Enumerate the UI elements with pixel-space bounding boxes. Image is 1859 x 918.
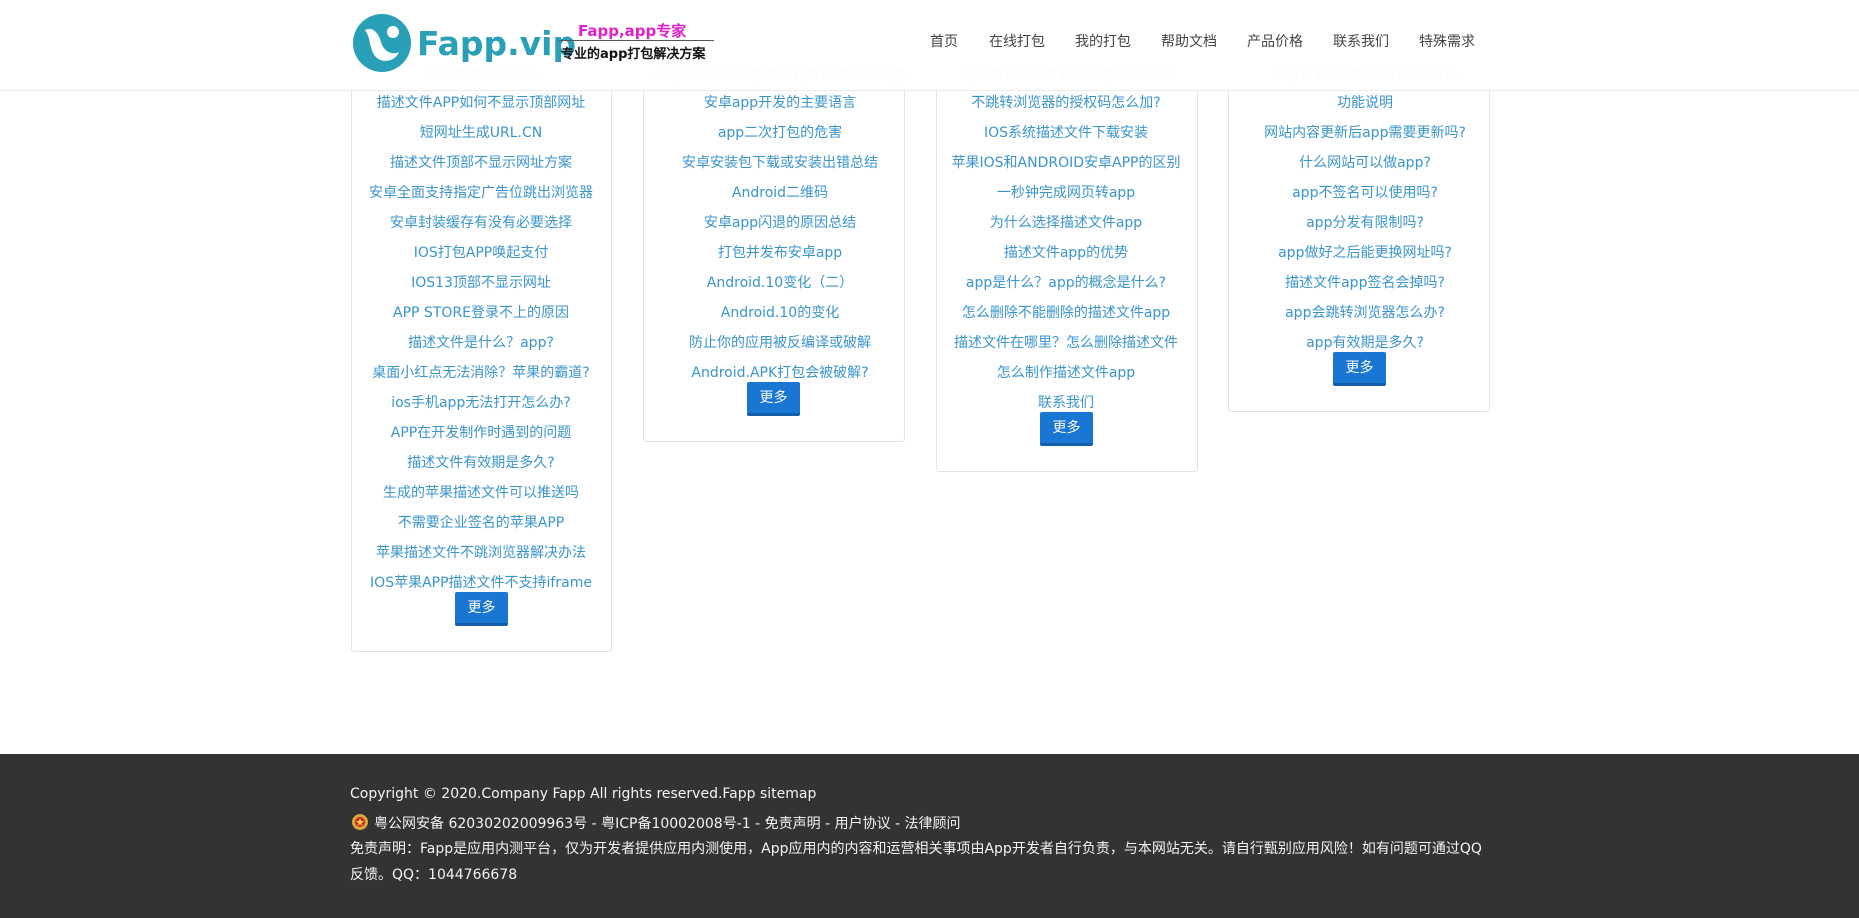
footer-beian: 粤公网安备 62030202009963号 - 粤ICP备10002008号-1… [350, 812, 961, 833]
footer-legal[interactable]: 法律顾问 [905, 816, 961, 832]
nav-help-docs[interactable]: 帮助文档 [1161, 31, 1217, 51]
help-link[interactable]: 联系我们 [1038, 394, 1094, 412]
help-link[interactable]: 苹果IOS和ANDROID安卓APP的区别 [952, 154, 1181, 172]
more-button[interactable]: 更多 [1040, 412, 1093, 446]
logo-mark-icon [353, 14, 411, 72]
help-link[interactable]: APP STORE登录不上的原因 [393, 304, 569, 322]
help-link[interactable]: 安卓安装包下载或安装出错总结 [682, 154, 878, 172]
help-link[interactable]: app有效期是多久? [1306, 334, 1424, 352]
nav-special-needs[interactable]: 特殊需求 [1419, 31, 1475, 51]
footer-user-agreement[interactable]: 用户协议 [835, 816, 891, 832]
help-link[interactable]: 功能说明 [1337, 94, 1393, 112]
logo-text: Fapp.vip [417, 24, 577, 63]
help-link[interactable]: IOS系统描述文件下载安装 [984, 124, 1148, 142]
help-link[interactable]: Android.10的变化 [721, 304, 839, 322]
help-link[interactable]: 不需要企业签名的苹果APP [398, 514, 564, 532]
footer-beian-gongan[interactable]: 粤公网安备 62030202009963号 [374, 816, 587, 832]
help-link[interactable]: 描述文件APP如何不显示顶部网址 [377, 94, 585, 112]
help-link[interactable]: 怎么删除不能删除的描述文件app [962, 304, 1170, 322]
nav-home[interactable]: 首页 [930, 31, 958, 51]
help-link[interactable]: 苹果描述文件不跳浏览器解决办法 [376, 544, 586, 562]
help-link[interactable]: 描述文件在哪里？怎么删除描述文件 [954, 334, 1178, 352]
nav-contact[interactable]: 联系我们 [1333, 31, 1389, 51]
police-badge-icon [352, 814, 368, 830]
more-button[interactable]: 更多 [455, 592, 508, 626]
help-link[interactable]: 网站内容更新后app需要更新吗? [1264, 124, 1466, 142]
help-link[interactable]: IOS打包APP唤起支付 [414, 244, 549, 262]
help-link[interactable]: 防止你的应用被反编译或破解 [689, 334, 871, 352]
site-footer: Copyright © 2020.Company Fapp All rights… [0, 754, 1859, 918]
help-link[interactable]: APP在开发制作时遇到的问题 [391, 424, 571, 442]
help-link[interactable]: 描述文件是什么？app? [408, 334, 554, 352]
site-logo[interactable]: Fapp.vip Fapp,app专家 专业的app打包解决方案 [351, 12, 714, 74]
footer-sep: - [750, 816, 765, 832]
help-link[interactable]: 生成的苹果描述文件可以推送吗 [383, 484, 579, 502]
more-button[interactable]: 更多 [747, 382, 800, 416]
help-link[interactable]: app是什么？app的概念是什么? [966, 274, 1166, 292]
more-button[interactable]: 更多 [1333, 352, 1386, 386]
nav-pricing[interactable]: 产品价格 [1247, 31, 1303, 51]
logo-slogan-bottom: 专业的app打包解决方案 [561, 47, 706, 62]
help-link[interactable]: 描述文件顶部不显示网址方案 [390, 154, 572, 172]
site-header: Fapp.vip Fapp,app专家 专业的app打包解决方案 首页 在线打包… [0, 0, 1859, 91]
footer-sep: - [820, 816, 835, 832]
footer-beian-icp[interactable]: 粤ICP备10002008号-1 [601, 816, 751, 832]
help-link[interactable]: 怎么制作描述文件app [997, 364, 1135, 382]
help-link[interactable]: 不跳转浏览器的授权码怎么加? [971, 94, 1160, 112]
logo-divider [559, 40, 714, 41]
footer-disclaimer-line-2: 反馈。QQ：1044766678 [350, 867, 518, 883]
help-link[interactable]: 打包并发布安卓app [718, 244, 842, 262]
help-link[interactable]: 安卓全面支持指定广告位跳出浏览器 [369, 184, 593, 202]
footer-sep: - [890, 816, 905, 832]
help-link[interactable]: Android.10变化（二） [707, 274, 853, 292]
help-link[interactable]: Android.APK打包会被破解? [691, 364, 868, 382]
footer-disclaimer-link[interactable]: 免责声明 [765, 816, 821, 832]
help-link[interactable]: app做好之后能更换网址吗? [1278, 244, 1452, 262]
help-link[interactable]: IOS13顶部不显示网址 [411, 274, 551, 292]
footer-disclaimer-line-1: 免责声明：Fapp是应用内测平台，仅为开发者提供应用内测使用，App应用内的内容… [350, 841, 1482, 857]
help-link[interactable]: ios手机app无法打开怎么办? [391, 394, 571, 412]
help-link[interactable]: 安卓app开发的主要语言 [704, 94, 856, 112]
help-link[interactable]: IOS苹果APP描述文件不支持iframe [370, 574, 592, 592]
help-link[interactable]: Android二维码 [732, 184, 828, 202]
help-link[interactable]: 桌面小红点无法消除？苹果的霸道? [372, 364, 589, 382]
help-link[interactable]: app二次打包的危害 [718, 124, 842, 142]
help-link[interactable]: 安卓封装缓存有没有必要选择 [390, 214, 572, 232]
nav-online-pack[interactable]: 在线打包 [989, 31, 1045, 51]
help-link[interactable]: 什么网站可以做app? [1299, 154, 1431, 172]
footer-sep: - [587, 816, 602, 832]
help-link[interactable]: 一秒钟完成网页转app [997, 184, 1135, 202]
help-link[interactable]: 描述文件app签名会掉吗? [1285, 274, 1445, 292]
help-link[interactable]: app不签名可以使用吗? [1292, 184, 1438, 202]
help-link[interactable]: 短网址生成URL.CN [420, 124, 542, 142]
help-link[interactable]: 安卓app闪退的原因总结 [704, 214, 856, 232]
footer-copyright: Copyright © 2020.Company Fapp All rights… [350, 786, 817, 802]
logo-slogan-top: Fapp,app专家 [578, 22, 687, 40]
nav-my-pack[interactable]: 我的打包 [1075, 31, 1131, 51]
help-link[interactable]: app会跳转浏览器怎么办? [1285, 304, 1445, 322]
help-link[interactable]: 为什么选择描述文件app [990, 214, 1142, 232]
help-link[interactable]: 描述文件有效期是多久? [407, 454, 554, 472]
help-link[interactable]: app分发有限制吗? [1306, 214, 1424, 232]
help-link[interactable]: 描述文件app的优势 [1004, 244, 1128, 262]
